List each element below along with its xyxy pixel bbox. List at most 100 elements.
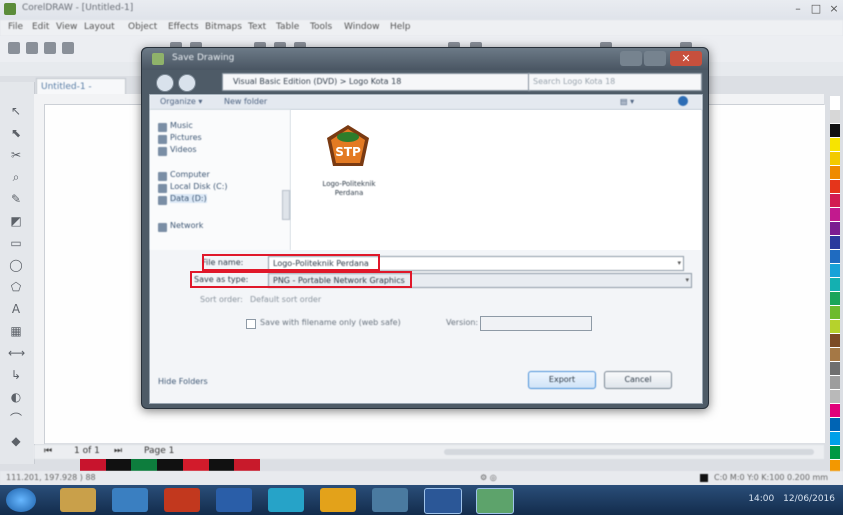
menu-item-file[interactable]: File xyxy=(8,22,23,32)
palette-swatch[interactable] xyxy=(830,376,840,390)
palette-swatch[interactable] xyxy=(830,180,840,194)
start-button-icon[interactable] xyxy=(6,488,36,512)
smart-fill-icon[interactable]: ◩ xyxy=(8,214,24,228)
palette-swatch[interactable] xyxy=(830,278,840,292)
nav-item-computer[interactable]: Computer xyxy=(170,170,210,179)
nav-item-local-disk[interactable]: Local Disk (C:) xyxy=(170,182,228,191)
nav-item-network[interactable]: Network xyxy=(170,221,203,230)
palette-swatch[interactable] xyxy=(830,222,840,236)
open-icon[interactable] xyxy=(26,42,38,54)
document-color-bar[interactable] xyxy=(80,459,260,471)
text-tool-icon[interactable]: A xyxy=(8,302,24,316)
close-icon[interactable]: × xyxy=(826,2,842,16)
last-page-icon[interactable]: ⏭ xyxy=(114,446,122,456)
minimize-icon[interactable]: – xyxy=(790,2,806,16)
version-select[interactable] xyxy=(480,316,592,331)
forward-icon[interactable] xyxy=(178,74,196,92)
help-icon[interactable] xyxy=(678,96,688,106)
table-tool-icon[interactable]: ▦ xyxy=(8,324,24,338)
back-icon[interactable] xyxy=(156,74,174,92)
nav-pane-scrollbar[interactable] xyxy=(282,190,290,220)
file-item[interactable]: STP Logo-Politeknik Perdana xyxy=(297,114,391,200)
palette-swatch[interactable] xyxy=(830,236,840,250)
palette-swatch[interactable] xyxy=(830,166,840,180)
color-palette[interactable] xyxy=(827,96,843,474)
palette-swatch[interactable] xyxy=(830,306,840,320)
palette-swatch[interactable] xyxy=(830,334,840,348)
palette-swatch[interactable] xyxy=(830,152,840,166)
search-input[interactable]: Search Logo Kota 18 xyxy=(528,73,702,91)
document-color-swatch[interactable] xyxy=(182,459,209,471)
nav-item-music[interactable]: Music xyxy=(170,121,193,130)
chevron-down-icon[interactable]: ▾ xyxy=(677,257,681,270)
media-icon[interactable] xyxy=(112,488,148,512)
palette-swatch[interactable] xyxy=(830,432,840,446)
crop-tool-icon[interactable]: ✂ xyxy=(8,148,24,162)
menu-item-layout[interactable]: Layout xyxy=(84,22,115,32)
new-folder-button[interactable]: New folder xyxy=(224,97,267,106)
first-page-icon[interactable]: ⏮ xyxy=(44,446,52,456)
menu-item-object[interactable]: Object xyxy=(128,22,157,32)
document-color-swatch[interactable] xyxy=(234,459,260,471)
palette-swatch[interactable] xyxy=(830,292,840,306)
web-safe-checkbox[interactable] xyxy=(246,319,256,329)
nav-item-pictures[interactable]: Pictures xyxy=(170,133,202,142)
organize-button[interactable]: Organize ▾ xyxy=(160,97,202,106)
browser-icon[interactable] xyxy=(268,488,304,512)
shape-tool-icon[interactable]: ⬉ xyxy=(8,126,24,140)
freehand-tool-icon[interactable]: ✎ xyxy=(8,192,24,206)
palette-swatch[interactable] xyxy=(830,250,840,264)
palette-swatch[interactable] xyxy=(830,138,840,152)
blend-tool-icon[interactable]: ◐ xyxy=(8,390,24,404)
new-icon[interactable] xyxy=(8,42,20,54)
menu-item-help[interactable]: Help xyxy=(390,22,411,32)
menu-item-view[interactable]: View xyxy=(56,22,77,32)
page-tab[interactable]: Page 1 xyxy=(144,446,174,456)
menu-item-bitmaps[interactable]: Bitmaps xyxy=(205,22,242,32)
corel-icon[interactable] xyxy=(216,488,252,512)
palette-swatch[interactable] xyxy=(830,124,840,138)
cancel-button[interactable]: Cancel xyxy=(604,371,672,389)
dialog-maximize-icon[interactable] xyxy=(620,51,642,66)
address-bar[interactable]: Visual Basic Edition (DVD) > Logo Kota 1… xyxy=(222,73,530,91)
document-color-swatch[interactable] xyxy=(131,459,158,471)
ellipse-tool-icon[interactable]: ◯ xyxy=(8,258,24,272)
chrome-icon[interactable] xyxy=(164,488,200,512)
hide-folders-button[interactable]: Hide Folders xyxy=(158,377,208,386)
palette-swatch[interactable] xyxy=(830,320,840,334)
explorer-icon[interactable] xyxy=(60,488,96,512)
nav-item-data-drive[interactable]: Data (D:) xyxy=(170,194,207,203)
document-color-swatch[interactable] xyxy=(208,459,235,471)
palette-swatch[interactable] xyxy=(830,446,840,460)
fill-tool-icon[interactable]: ◆ xyxy=(8,434,24,448)
palette-swatch[interactable] xyxy=(830,264,840,278)
polygon-tool-icon[interactable]: ⬠ xyxy=(8,280,24,294)
palette-swatch[interactable] xyxy=(830,110,840,124)
dialog-minimize-icon[interactable] xyxy=(644,51,666,66)
chevron-down-icon[interactable]: ▾ xyxy=(685,274,689,287)
outline-swatch[interactable] xyxy=(700,474,708,482)
word-icon[interactable] xyxy=(424,488,462,514)
notepad-icon[interactable] xyxy=(320,488,356,512)
nav-item-videos[interactable]: Videos xyxy=(170,145,197,154)
palette-swatch[interactable] xyxy=(830,96,840,110)
menu-item-edit[interactable]: Edit xyxy=(32,22,49,32)
image-viewer-icon[interactable] xyxy=(476,488,514,514)
menu-item-effects[interactable]: Effects xyxy=(168,22,199,32)
print-icon[interactable] xyxy=(62,42,74,54)
document-color-swatch[interactable] xyxy=(105,459,132,471)
palette-swatch[interactable] xyxy=(830,348,840,362)
menu-item-tools[interactable]: Tools xyxy=(310,22,332,32)
photos-icon[interactable] xyxy=(372,488,408,512)
file-list[interactable]: STP Logo-Politeknik Perdana xyxy=(291,110,701,250)
horizontal-scrollbar[interactable] xyxy=(444,449,814,455)
maximize-icon[interactable]: □ xyxy=(808,2,824,16)
rectangle-tool-icon[interactable]: ▭ xyxy=(8,236,24,250)
save-icon[interactable] xyxy=(44,42,56,54)
dimension-tool-icon[interactable]: ⟷ xyxy=(8,346,25,360)
menu-item-window[interactable]: Window xyxy=(344,22,380,32)
sort-order-value[interactable]: Default sort order xyxy=(250,295,321,304)
palette-swatch[interactable] xyxy=(830,208,840,222)
palette-swatch[interactable] xyxy=(830,404,840,418)
palette-swatch[interactable] xyxy=(830,194,840,208)
